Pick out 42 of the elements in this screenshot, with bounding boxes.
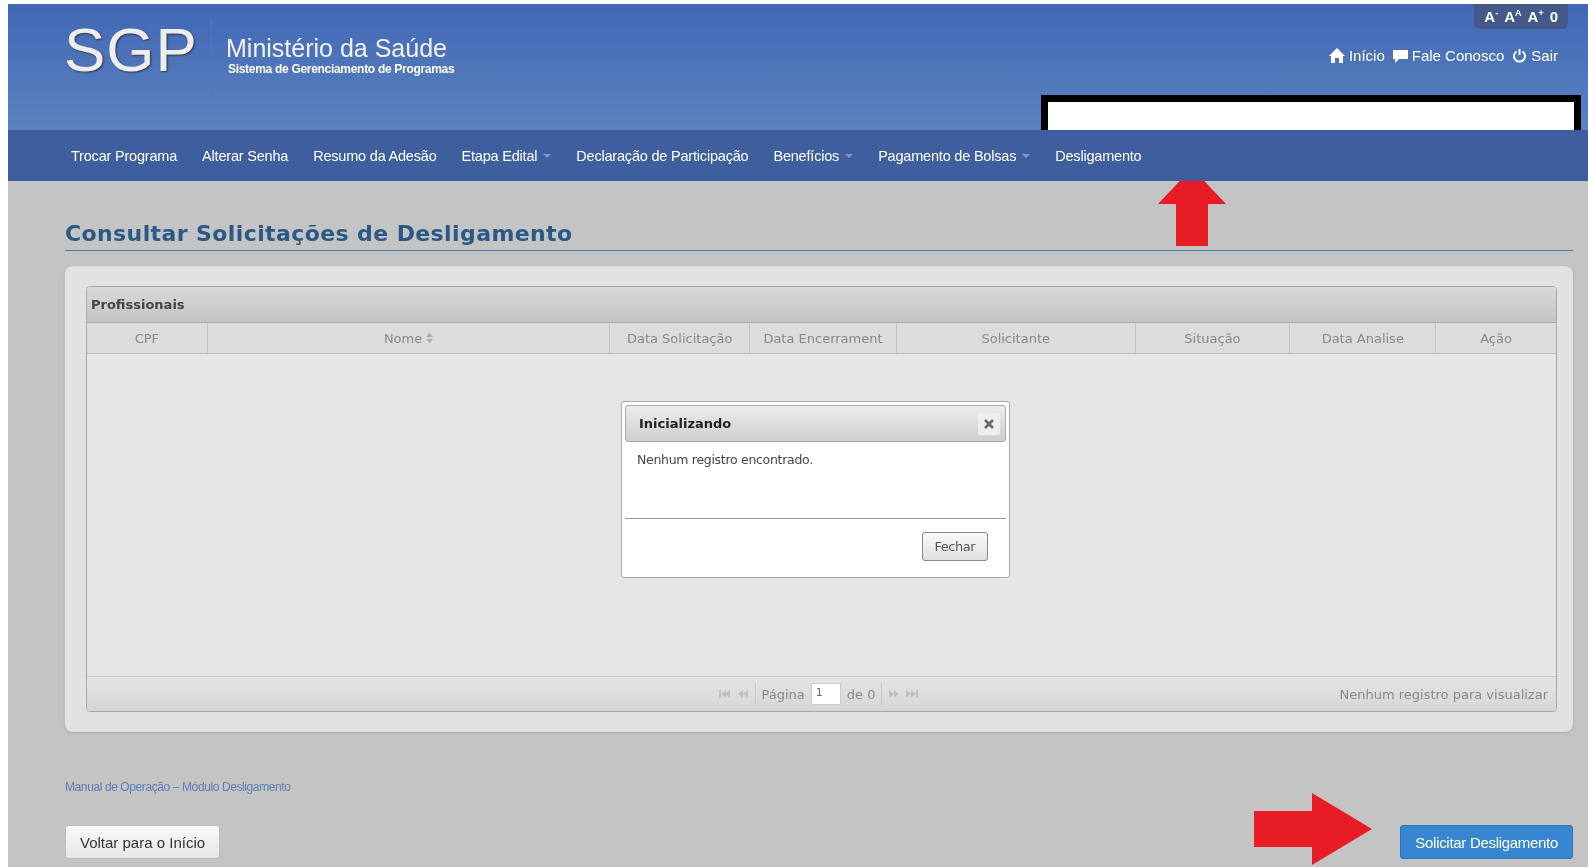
page-label: Página — [761, 686, 805, 702]
caret-icon — [1022, 153, 1031, 158]
nav-menu-item[interactable]: Etapa Edital — [461, 147, 552, 164]
nav-menu-item[interactable]: Desligamento — [1055, 147, 1142, 164]
nav-menu-item[interactable]: Pagamento de Bolsas — [878, 147, 1031, 164]
nav-menu-item[interactable]: Declaração de Participação — [576, 147, 749, 164]
caret-icon — [543, 153, 552, 158]
last-page-icon[interactable] — [906, 690, 919, 698]
power-icon — [1512, 48, 1528, 63]
sort-icon — [426, 333, 434, 343]
site-title: Ministério da Saúde — [226, 34, 447, 63]
pager-status: Nenhum registro para visualizar — [1339, 686, 1548, 702]
caret-icon — [845, 153, 854, 158]
close-icon — [984, 418, 994, 429]
page-count: de 0 — [846, 686, 876, 702]
nav-menu-item[interactable]: Trocar Programa — [71, 147, 178, 164]
dialog-title: Inicializando — [639, 416, 732, 431]
nav-menu-item[interactable]: Resumo da Adesão — [313, 147, 437, 164]
next-page-icon[interactable] — [888, 690, 901, 698]
back-button[interactable]: Voltar para o Início — [65, 825, 221, 859]
dialog-message: Nenhum registro encontrado. — [636, 451, 814, 469]
close-button[interactable] — [978, 412, 1000, 435]
nav-menu-item[interactable]: Alterar Senha — [202, 147, 289, 164]
close-dialog-button[interactable]: Fechar — [921, 532, 988, 561]
site-subtitle: Sistema de Gerenciamento de Programas — [228, 62, 455, 76]
header-link[interactable]: Sair — [1531, 47, 1558, 64]
font-size-button[interactable]: A$^{A}$ — [1504, 8, 1522, 25]
page-title: Consultar Solicitações de Desligamento — [65, 221, 573, 246]
logo-text: SGP — [64, 14, 198, 85]
font-size-button[interactable]: A$^{-}$ — [1484, 8, 1499, 25]
first-page-icon[interactable] — [718, 690, 731, 698]
header-link[interactable]: Início — [1348, 47, 1385, 64]
home-icon — [1328, 48, 1345, 63]
submit-button[interactable]: Solicitar Desligamento — [1400, 825, 1573, 859]
font-size-button[interactable]: 0 — [1549, 8, 1558, 25]
previous-page-icon[interactable] — [736, 690, 749, 698]
font-size-button[interactable]: A$^{+}$ — [1527, 8, 1544, 25]
page-input[interactable]: 1 — [810, 683, 841, 705]
header-link[interactable]: Fale Conosco — [1411, 47, 1505, 64]
grid-caption: Profissionais — [87, 287, 1556, 323]
chat-icon — [1392, 48, 1408, 63]
nav-menu-item[interactable]: Benefícios — [773, 147, 854, 164]
